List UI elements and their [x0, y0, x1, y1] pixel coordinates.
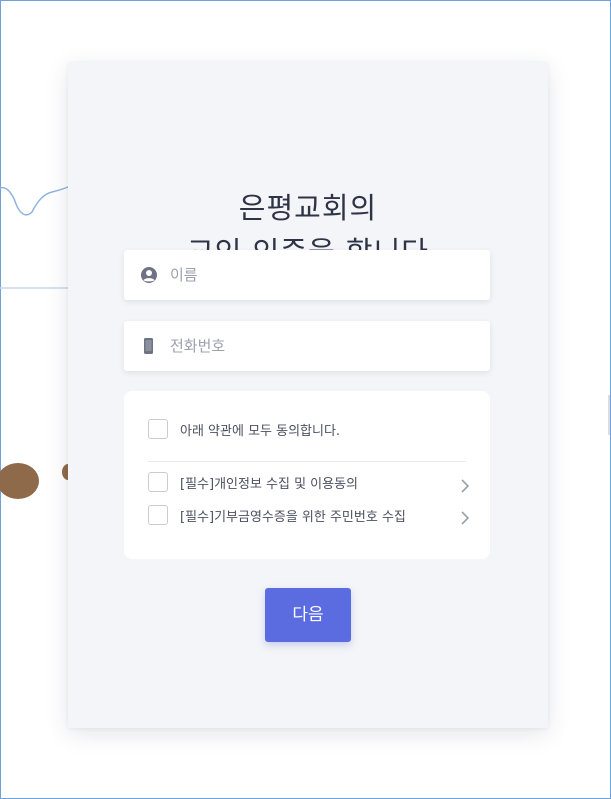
- name-field[interactable]: 이름: [124, 250, 490, 300]
- phone-field[interactable]: 전화번호: [124, 321, 490, 371]
- title-line-1: 은평교회의: [238, 191, 378, 225]
- agree-privacy-checkbox[interactable]: [148, 472, 168, 492]
- user-circle-icon: [141, 267, 157, 283]
- chevron-right-icon[interactable]: [460, 479, 470, 493]
- agree-all-label[interactable]: 아래 약관에 모두 동의합니다.: [180, 420, 340, 439]
- agreement-box: 아래 약관에 모두 동의합니다. [필수]개인정보 수집 및 이용동의 [필수]…: [124, 391, 490, 559]
- agree-resident-number-checkbox[interactable]: [148, 505, 168, 525]
- agree-resident-number-label[interactable]: [필수]기부금영수증을 위한 주민번호 수집: [180, 506, 406, 525]
- agree-all-checkbox[interactable]: [148, 419, 168, 439]
- phone-field-placeholder: 전화번호: [170, 337, 226, 355]
- name-field-placeholder: 이름: [170, 266, 198, 284]
- next-button[interactable]: 다음: [265, 588, 351, 642]
- agreement-divider: [148, 461, 466, 462]
- agree-privacy-label[interactable]: [필수]개인정보 수집 및 이용동의: [180, 473, 358, 492]
- phone-icon: [144, 338, 153, 354]
- chevron-right-icon[interactable]: [460, 511, 470, 525]
- verification-card: 은평교회의 교인 인증을 합니다 이름 전화번호 아래 약관에 모두 동의합니다…: [68, 62, 548, 728]
